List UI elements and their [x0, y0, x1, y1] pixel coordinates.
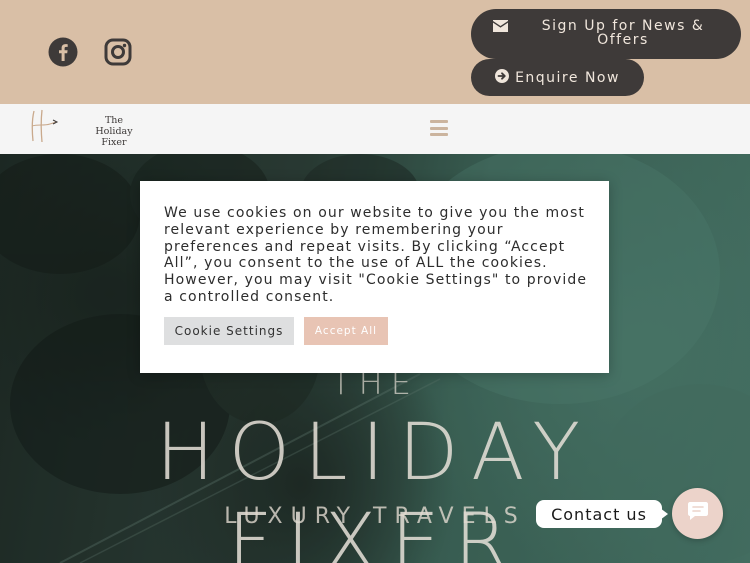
contact-us-label[interactable]: Contact us [536, 500, 662, 528]
facebook-icon[interactable] [47, 36, 79, 68]
arrow-circle-icon [495, 68, 510, 87]
envelope-icon [493, 20, 508, 36]
enquire-button[interactable]: Enquire Now [471, 59, 644, 96]
cookie-settings-button[interactable]: Cookie Settings [164, 317, 294, 345]
chat-icon [687, 501, 709, 526]
logo-text: The Holiday Fixer [90, 115, 138, 148]
contact-label-pointer [660, 508, 668, 520]
cookie-banner: We use cookies on our website to give yo… [140, 181, 609, 373]
hamburger-icon[interactable] [430, 120, 448, 136]
logo-line-1: The Holiday [95, 115, 133, 137]
enquire-label: Enquire Now [515, 69, 620, 86]
accept-all-button[interactable]: Accept All [304, 317, 388, 345]
cookie-text: We use cookies on our website to give yo… [164, 205, 588, 305]
instagram-icon[interactable] [102, 36, 134, 68]
signup-button[interactable]: Sign Up for News & Offers [471, 9, 741, 59]
contact-button[interactable] [672, 488, 723, 539]
signup-label: Sign Up for News & Offers [541, 18, 705, 48]
top-bar: Sign Up for News & Offers Enquire Now [0, 0, 750, 104]
site-logo[interactable]: The Holiday Fixer [28, 107, 138, 148]
logo-line-2: Fixer [101, 137, 127, 148]
nav-bar: The Holiday Fixer [0, 104, 750, 154]
hero-title: HOLIDAY FIXER [155, 408, 595, 563]
